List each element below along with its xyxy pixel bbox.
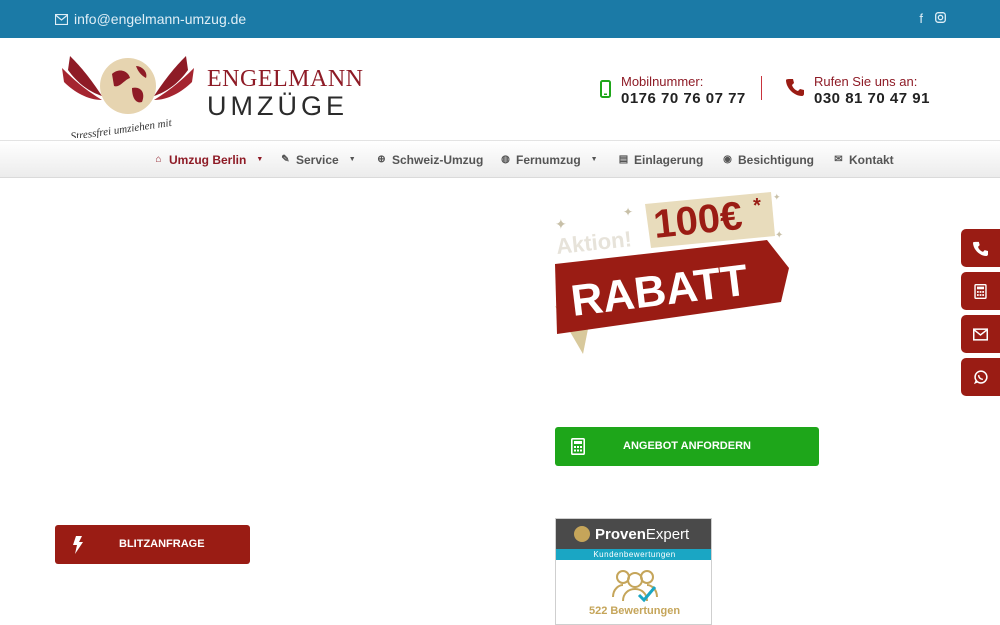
mobile-label: Mobilnummer: [621, 74, 704, 89]
promo-amount: 100€ [651, 194, 744, 247]
sparkle-icon: ✦ [623, 205, 633, 219]
mobile-contact[interactable]: Mobilnummer: 0176 70 76 07 77 [600, 74, 746, 107]
facebook-icon[interactable]: f [919, 11, 923, 26]
sparkle-icon: ✦ [555, 216, 567, 232]
sparkle-icon: ✦ [775, 230, 783, 241]
truck-icon: ▤ [618, 154, 629, 165]
people-icon [612, 570, 658, 603]
plus-circle-icon: ⊕ [377, 154, 386, 165]
blitzanfrage-button[interactable]: BLITZANFRAGE [55, 525, 250, 564]
svg-text:Stressfrei umziehen mit: Stressfrei umziehen mit [70, 117, 173, 138]
phone-number[interactable]: 030 81 70 47 91 [814, 90, 930, 107]
logo-wordmark[interactable]: ENGELMANN UMZÜGE [207, 66, 363, 122]
promo-asterisk: * [753, 195, 761, 217]
provenexpert-subtitle: Kundenbewertungen [556, 549, 711, 560]
nav-label: Service [296, 152, 339, 167]
nav-item-fernumzug[interactable]: ◍ Fernumzug ▼ [500, 141, 598, 178]
eye-icon: ◉ [723, 154, 732, 165]
home-icon: ⌂ [155, 154, 162, 165]
logo-line2: UMZÜGE [207, 91, 348, 121]
nav-item-umzug-berlin[interactable]: ⌂ Umzug Berlin ▼ [153, 141, 263, 178]
nav-label: Besichtigung [738, 152, 815, 167]
wrench-icon: ✎ [281, 154, 290, 165]
site-header: Stressfrei umziehen mit ENGELMANN UMZÜGE… [0, 38, 1000, 140]
top-bar: info@engelmann-umzug.de f [0, 0, 1000, 38]
nav-label: Kontakt [849, 152, 894, 167]
side-calculator-button[interactable] [961, 272, 1000, 310]
email-text: info@engelmann-umzug.de [74, 11, 247, 27]
contact-divider [761, 76, 762, 100]
logo-emblem[interactable]: Stressfrei umziehen mit [62, 48, 194, 138]
smartphone-icon [600, 80, 611, 98]
nav-label: Schweiz-Umzug [392, 152, 484, 167]
caret-down-icon: ▼ [590, 156, 598, 163]
phone-icon [786, 79, 804, 96]
side-call-button[interactable] [961, 229, 1000, 267]
mobile-number[interactable]: 0176 70 76 07 77 [621, 90, 746, 107]
brand-light: Expert [645, 525, 690, 543]
button-label: ANGEBOT ANFORDERN [623, 440, 751, 452]
request-offer-button[interactable]: ANGEBOT ANFORDERN [555, 427, 819, 466]
caret-down-icon: ▼ [348, 156, 356, 163]
nav-item-service[interactable]: ✎ Service ▼ [280, 141, 356, 178]
envelope-icon [973, 327, 988, 341]
main-nav: ⌂ Umzug Berlin ▼ ✎ Service ▼ ⊕ Schweiz-U… [0, 140, 1000, 178]
nav-item-besichtigung[interactable]: ◉ Besichtigung [722, 141, 814, 178]
logo-line1: ENGELMANN [207, 66, 364, 92]
caret-down-icon: ▼ [256, 156, 264, 163]
review-count: 522 Bewertungen [588, 605, 681, 617]
nav-item-einlagerung[interactable]: ▤ Einlagerung [618, 141, 704, 178]
lightning-icon [73, 536, 83, 554]
nav-item-schweiz-umzug[interactable]: ⊕ Schweiz-Umzug [376, 141, 483, 178]
phone-label: Rufen Sie uns an: [814, 74, 918, 89]
envelope-icon: ✉ [834, 154, 843, 165]
provenexpert-brand: ProvenExpert [595, 525, 690, 543]
email-link[interactable]: info@engelmann-umzug.de [55, 11, 246, 27]
provenexpert-header: ProvenExpert [556, 519, 711, 549]
button-label: BLITZANFRAGE [119, 538, 205, 550]
calculator-icon [974, 283, 987, 299]
phone-contact[interactable]: Rufen Sie uns an: 030 81 70 47 91 [786, 74, 930, 107]
globe-icon: ◍ [501, 154, 510, 165]
social-links: f [919, 11, 946, 26]
provenexpert-widget[interactable]: ProvenExpert Kundenbewertungen 522 Bewer… [555, 518, 712, 625]
side-email-button[interactable] [961, 315, 1000, 353]
sparkle-icon: ✦ [773, 192, 781, 202]
nav-label: Umzug Berlin [169, 152, 247, 167]
side-whatsapp-button[interactable] [961, 358, 1000, 396]
nav-label: Einlagerung [634, 152, 704, 167]
nav-item-kontakt[interactable]: ✉ Kontakt [833, 141, 894, 178]
phone-icon [973, 241, 988, 256]
instagram-icon[interactable] [935, 11, 946, 26]
envelope-icon [55, 13, 68, 25]
check-badge-icon [574, 526, 590, 542]
whatsapp-icon [973, 369, 988, 384]
nav-label: Fernumzug [516, 152, 581, 167]
promo-badge[interactable]: ✦ ✦ ✦ ✦ Aktion! 100€ * RABATT [553, 186, 793, 358]
